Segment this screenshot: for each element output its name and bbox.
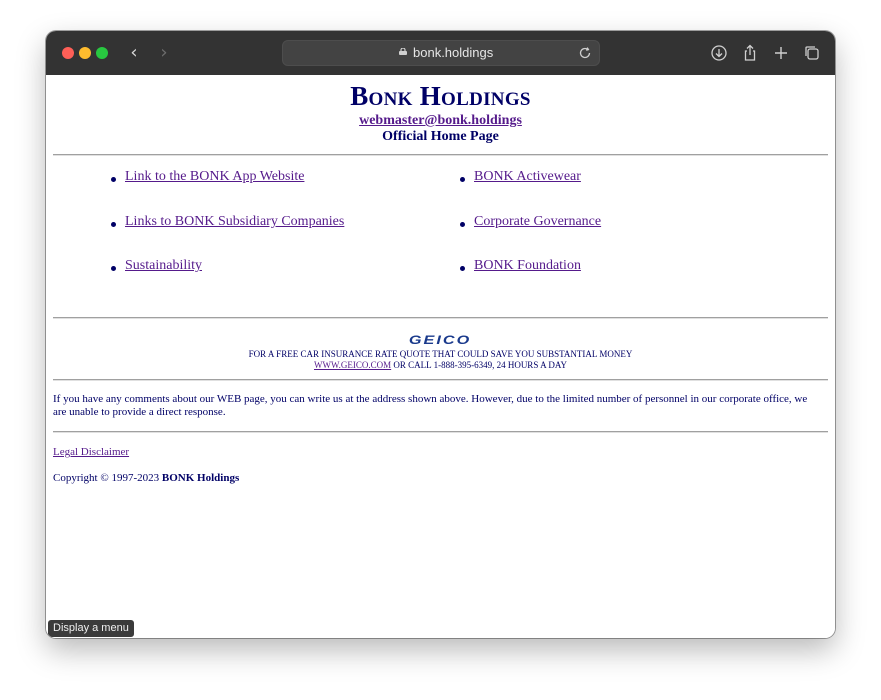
- legal-disclaimer-link[interactable]: Legal Disclaimer: [53, 446, 129, 458]
- link-subsidiary-companies[interactable]: Links to BONK Subsidiary Companies: [125, 214, 344, 230]
- divider: [53, 431, 828, 433]
- zoom-window-button[interactable]: [96, 47, 108, 59]
- geico-website-link[interactable]: WWW.GEICO.COM: [314, 360, 391, 370]
- bullet: [460, 266, 465, 271]
- url-text: bonk.holdings: [413, 45, 494, 60]
- bullet: [111, 177, 116, 182]
- page-subtitle: Official Home Page: [382, 129, 499, 144]
- geico-logo[interactable]: GEICO: [409, 334, 471, 346]
- copyright-company: BONK Holdings: [161, 472, 240, 484]
- new-tab-icon[interactable]: [771, 43, 791, 63]
- page-content: Bonk Holdings webmaster@bonk.holdings Of…: [46, 75, 835, 638]
- address-bar[interactable]: bonk.holdings: [282, 40, 600, 66]
- tabs-overview-icon[interactable]: [802, 43, 822, 63]
- close-window-button[interactable]: [62, 47, 74, 59]
- bullet: [460, 222, 465, 227]
- back-icon[interactable]: ‹: [123, 42, 145, 64]
- link-bonk-app-website[interactable]: Link to the BONK App Website: [125, 169, 304, 185]
- comment-notice: If you have any comments about our WEB p…: [53, 393, 808, 418]
- divider: [53, 154, 828, 156]
- copyright-notice: Copyright © 1997-2023 BONK Holdings: [53, 472, 239, 484]
- forward-icon[interactable]: ›: [153, 42, 175, 64]
- share-icon[interactable]: [740, 43, 760, 63]
- ad-line-2: WWW.GEICO.COM OR CALL 1-888-395-6349, 24…: [46, 360, 835, 371]
- company-name: Bonk Holdings: [350, 81, 531, 111]
- geico-ad: GEICO FOR A FREE CAR INSURANCE RATE QUOT…: [46, 331, 835, 371]
- ad-phone-text: OR CALL 1-888-395-6349, 24 HOURS A DAY: [391, 360, 567, 370]
- page-header: Bonk Holdings webmaster@bonk.holdings Of…: [46, 75, 835, 145]
- link-bonk-foundation[interactable]: BONK Foundation: [474, 258, 581, 274]
- bullet: [111, 266, 116, 271]
- reload-icon[interactable]: [577, 45, 593, 61]
- download-icon[interactable]: [709, 43, 729, 63]
- ad-line-1: FOR A FREE CAR INSURANCE RATE QUOTE THAT…: [248, 349, 633, 359]
- link-bonk-activewear[interactable]: BONK Activewear: [474, 169, 581, 185]
- webmaster-email-link[interactable]: webmaster@bonk.holdings: [359, 113, 522, 128]
- bullet: [460, 177, 465, 182]
- link-sustainability[interactable]: Sustainability: [125, 258, 202, 274]
- copyright-prefix: Copyright © 1997-2023: [53, 472, 162, 484]
- status-tooltip: Display a menu: [48, 620, 134, 637]
- browser-window: ‹ › bonk.holdings Bonk Holdings webmaste…: [46, 31, 835, 638]
- link-corporate-governance[interactable]: Corporate Governance: [474, 214, 601, 230]
- lock-icon: [399, 48, 407, 55]
- browser-toolbar: ‹ › bonk.holdings: [46, 31, 835, 76]
- bullet: [111, 222, 116, 227]
- divider: [53, 317, 828, 319]
- minimize-window-button[interactable]: [79, 47, 91, 59]
- divider: [53, 379, 828, 381]
